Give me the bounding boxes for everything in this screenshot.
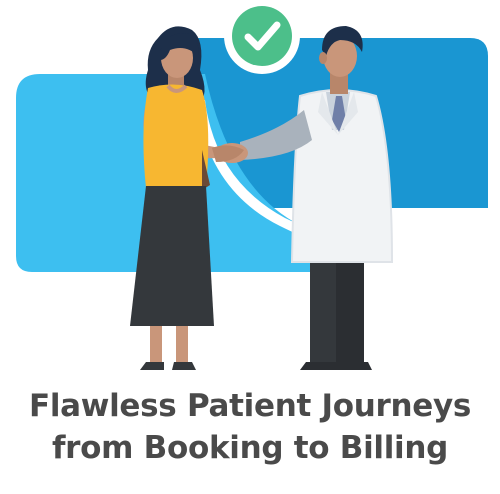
- caption-line-1: Flawless Patient Journeys: [28, 388, 472, 424]
- check-badge: [224, 0, 300, 74]
- caption: Flawless Patient Journeys from Booking t…: [0, 385, 500, 469]
- handshake-illustration: [16, 0, 488, 370]
- caption-line-2: from Booking to Billing: [51, 430, 449, 466]
